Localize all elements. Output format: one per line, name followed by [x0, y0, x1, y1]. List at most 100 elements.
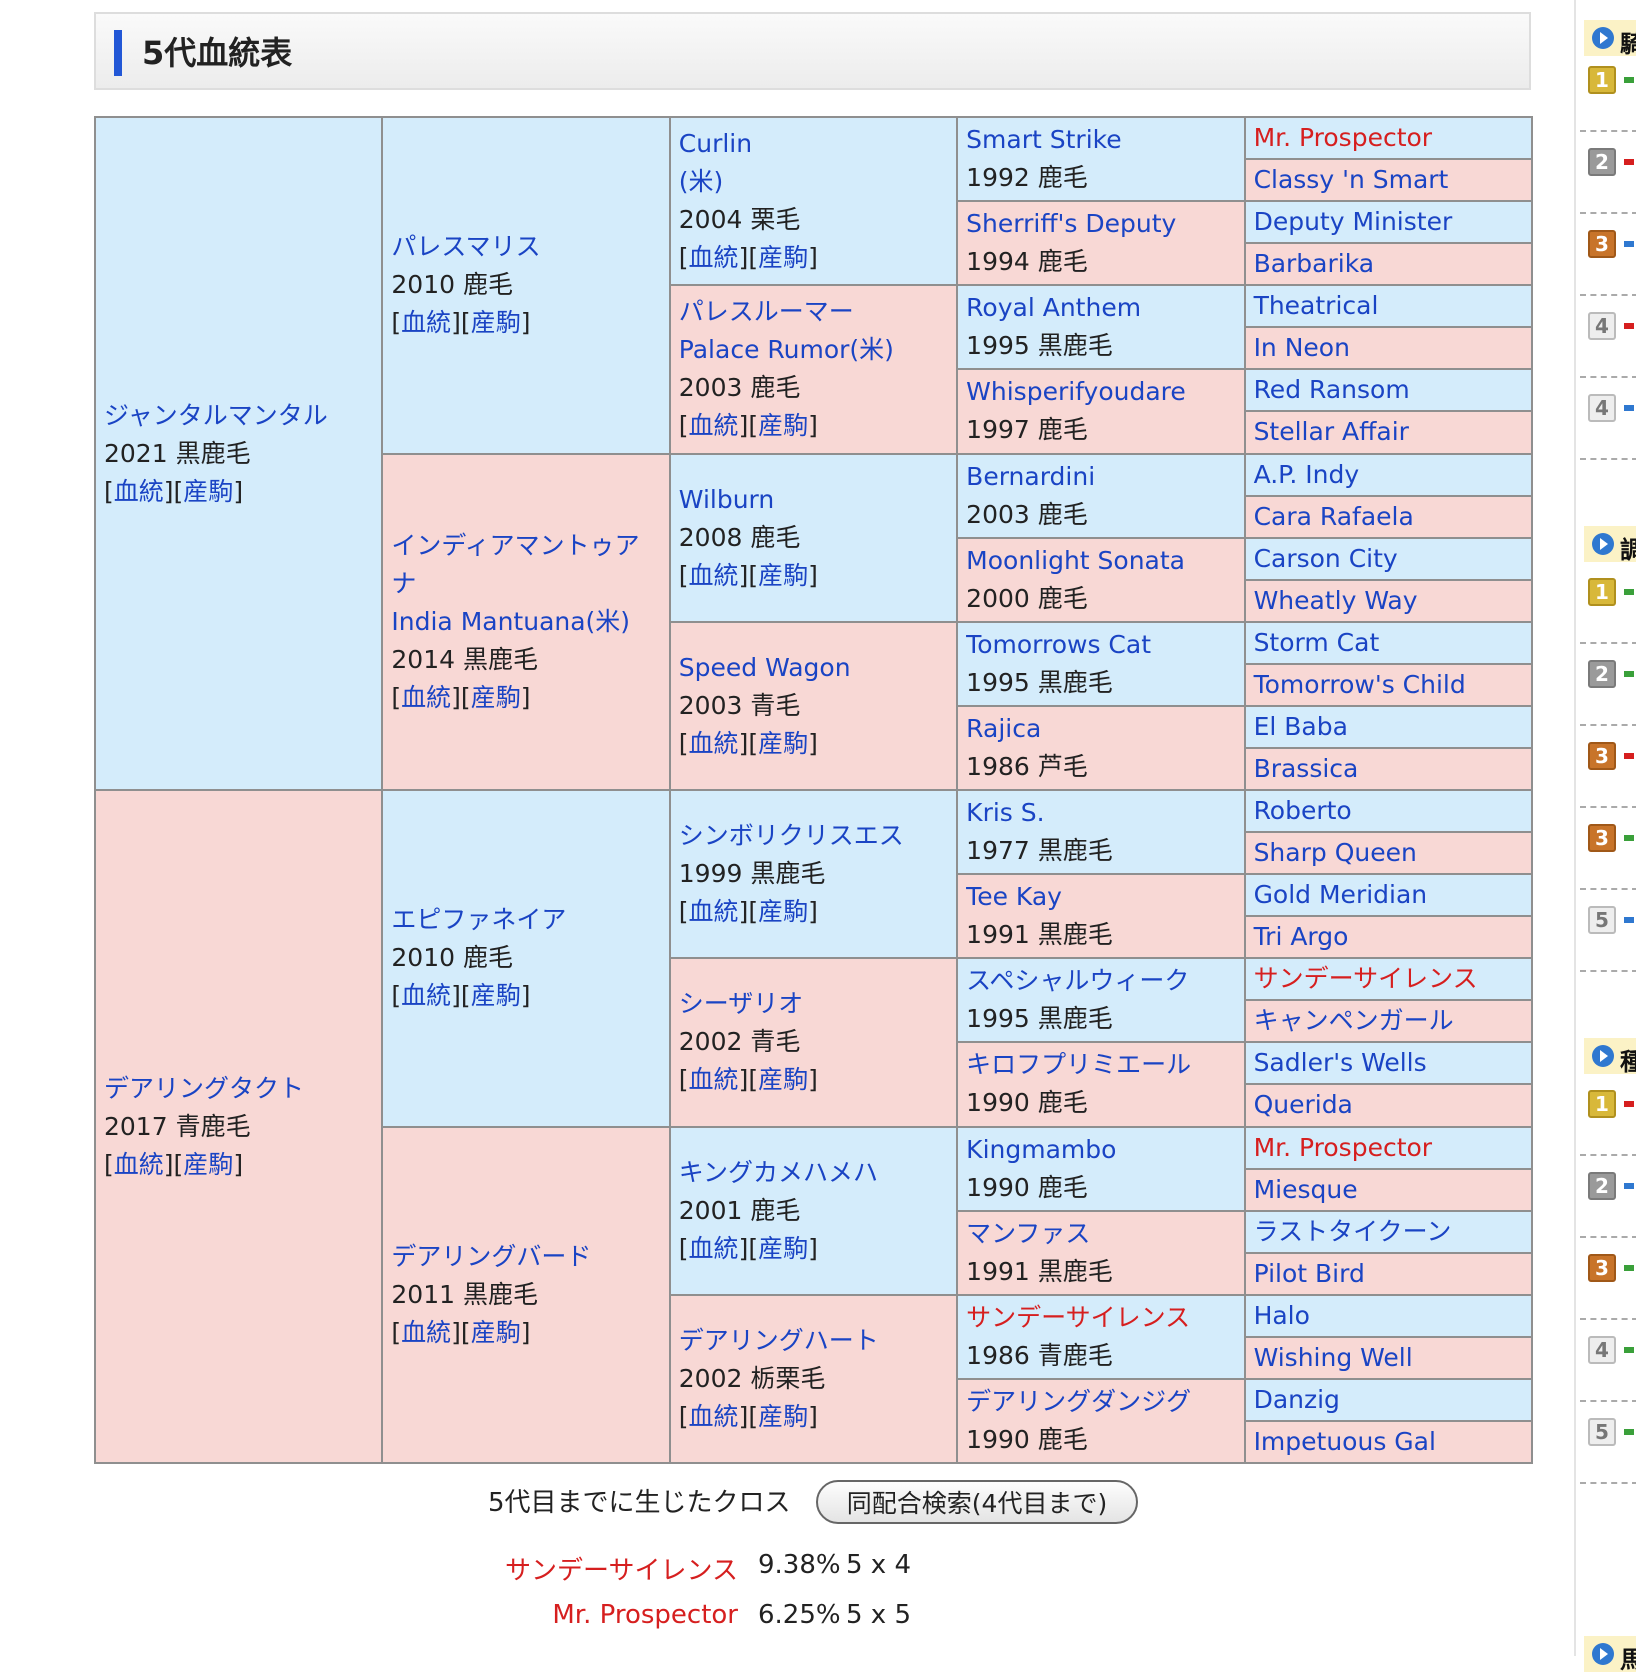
- horse-name-link[interactable]: Sherriff's Deputy: [966, 205, 1235, 243]
- horse-name-link[interactable]: Mr. Prospector: [1254, 1129, 1523, 1167]
- progeny-link[interactable]: 産駒: [758, 561, 808, 590]
- horse-name-link[interactable]: ラストタイクーン: [1254, 1213, 1523, 1251]
- horse-name-link[interactable]: Miesque: [1254, 1171, 1523, 1209]
- horse-name-link[interactable]: Storm Cat: [1254, 624, 1523, 662]
- horse-name-link[interactable]: Carson City: [1254, 540, 1523, 578]
- horse-name-link[interactable]: Speed Wagon: [679, 649, 948, 687]
- pedigree-link[interactable]: 血統: [689, 411, 739, 440]
- horse-name-link[interactable]: デアリングダンジグ: [966, 1383, 1235, 1421]
- horse-name-link[interactable]: キングカメハメハ: [679, 1154, 948, 1192]
- horse-name-link[interactable]: デアリングバード: [391, 1238, 660, 1276]
- horse-name-link[interactable]: サンデーサイレンス: [1254, 960, 1523, 998]
- horse-name-link[interactable]: El Baba: [1254, 708, 1523, 746]
- horse-name-link[interactable]: Tomorrow's Child: [1254, 666, 1523, 704]
- horse-name-link[interactable]: Wilburn: [679, 481, 948, 519]
- horse-name-link[interactable]: Sharp Queen: [1254, 834, 1523, 872]
- pedigree-link[interactable]: 血統: [689, 243, 739, 272]
- progeny-link[interactable]: 産駒: [471, 683, 521, 712]
- horse-name-link[interactable]: パレスルーマー: [679, 293, 948, 331]
- horse-name-link[interactable]: デアリングハート: [679, 1322, 948, 1360]
- pedigree-link[interactable]: 血統: [689, 729, 739, 758]
- horse-name-link[interactable]: Smart Strike: [966, 121, 1235, 159]
- horse-name-link[interactable]: Sadler's Wells: [1254, 1044, 1523, 1082]
- horse-name-link[interactable]: Barbarika: [1254, 245, 1523, 283]
- progeny-link[interactable]: 産駒: [758, 1234, 808, 1263]
- progeny-link[interactable]: 産駒: [471, 308, 521, 337]
- horse-name-link[interactable]: Mr. Prospector: [1254, 119, 1523, 157]
- progeny-link[interactable]: 産駒: [758, 1065, 808, 1094]
- horse-name-link[interactable]: Halo: [1254, 1297, 1523, 1335]
- horse-name-link[interactable]: インディアマントゥアナ: [391, 527, 660, 603]
- horse-name-link[interactable]: パレスマリス: [391, 228, 660, 266]
- progeny-link[interactable]: 産駒: [758, 1402, 808, 1431]
- horse-name-link[interactable]: A.P. Indy: [1254, 456, 1523, 494]
- progeny-link[interactable]: 産駒: [758, 243, 808, 272]
- horse-name-link[interactable]: Gold Meridian: [1254, 876, 1523, 914]
- pedigree-link[interactable]: 血統: [401, 981, 451, 1010]
- horse-name-link[interactable]: Red Ransom: [1254, 371, 1523, 409]
- pedigree-link[interactable]: 血統: [114, 477, 164, 506]
- horse-name-link[interactable]: Tri Argo: [1254, 918, 1523, 956]
- pedigree-link[interactable]: 血統: [689, 1234, 739, 1263]
- pedigree-link[interactable]: 血統: [689, 561, 739, 590]
- pedigree-link[interactable]: 血統: [401, 683, 451, 712]
- horse-name-link[interactable]: Rajica: [966, 710, 1235, 748]
- horse-name-link[interactable]: Pilot Bird: [1254, 1255, 1523, 1293]
- cross-horse-link[interactable]: サンデーサイレンス: [488, 1550, 738, 1587]
- horse-name-link[interactable]: Querida: [1254, 1086, 1523, 1124]
- progeny-link[interactable]: 産駒: [471, 1318, 521, 1347]
- horse-name-link[interactable]: サンデーサイレンス: [966, 1299, 1235, 1337]
- progeny-link[interactable]: 産駒: [183, 477, 233, 506]
- horse-name-link[interactable]: Whisperifyoudare: [966, 373, 1235, 411]
- horse-name-link[interactable]: Kingmambo: [966, 1131, 1235, 1169]
- horse-name-link[interactable]: デアリングタクト: [104, 1070, 373, 1108]
- horse-name-link[interactable]: Theatrical: [1254, 287, 1523, 325]
- horse-name-link[interactable]: Bernardini: [966, 458, 1235, 496]
- horse-year-color: 2002 青毛: [678, 1027, 801, 1057]
- horse-name-link[interactable]: Tee Kay: [966, 878, 1235, 916]
- horse-name-link[interactable]: シーザリオ: [679, 985, 948, 1023]
- pedigree-link[interactable]: 血統: [689, 897, 739, 926]
- horse-name-link[interactable]: エピファネイア: [391, 901, 660, 939]
- horse-name-link[interactable]: Impetuous Gal: [1254, 1423, 1523, 1461]
- progeny-link[interactable]: 産駒: [183, 1150, 233, 1179]
- horse-name-link[interactable]: マンファス: [966, 1215, 1235, 1253]
- horse-name-link[interactable]: In Neon: [1254, 329, 1523, 367]
- horse-name-link[interactable]: スペシャルウィーク: [966, 962, 1235, 1000]
- horse-name-sub[interactable]: (米): [679, 163, 948, 201]
- horse-name-link[interactable]: Deputy Minister: [1254, 203, 1523, 241]
- horse-name-link[interactable]: Danzig: [1254, 1381, 1523, 1419]
- horse-name-link[interactable]: Kris S.: [966, 794, 1235, 832]
- pedigree-link[interactable]: 血統: [114, 1150, 164, 1179]
- progeny-link[interactable]: 産駒: [758, 897, 808, 926]
- horse-name-link[interactable]: Tomorrows Cat: [966, 626, 1235, 664]
- pedigree-cell-gen4: Sherriff's Deputy 1994 鹿毛: [956, 200, 1246, 287]
- progeny-link[interactable]: 産駒: [758, 411, 808, 440]
- horse-name-link[interactable]: Classy 'n Smart: [1254, 161, 1523, 199]
- same-breeding-search-button[interactable]: 同配合検索(4代目まで): [816, 1480, 1138, 1524]
- horse-name-link[interactable]: Wheatly Way: [1254, 582, 1523, 620]
- progeny-link[interactable]: 産駒: [471, 981, 521, 1010]
- horse-name-link[interactable]: Cara Rafaela: [1254, 498, 1523, 536]
- horse-name-link[interactable]: ジャンタルマンタル: [104, 397, 373, 435]
- horse-name-link[interactable]: Wishing Well: [1254, 1339, 1523, 1377]
- pedigree-cell-gen5: Miesque: [1243, 1167, 1534, 1212]
- horse-name-sub[interactable]: India Mantuana(米): [391, 603, 660, 641]
- cross-horse-link[interactable]: Mr. Prospector: [488, 1600, 738, 1630]
- horse-name-link[interactable]: Curlin: [679, 125, 948, 163]
- pedigree-link[interactable]: 血統: [401, 308, 451, 337]
- pedigree-link[interactable]: 血統: [401, 1318, 451, 1347]
- horse-name-link[interactable]: Roberto: [1254, 792, 1523, 830]
- horse-name-link[interactable]: シンボリクリスエス: [679, 817, 948, 855]
- horse-name-link[interactable]: Royal Anthem: [966, 289, 1235, 327]
- progeny-link[interactable]: 産駒: [758, 729, 808, 758]
- horse-name-link[interactable]: Stellar Affair: [1254, 413, 1523, 451]
- horse-name-link[interactable]: Brassica: [1254, 750, 1523, 788]
- horse-name-link[interactable]: Moonlight Sonata: [966, 542, 1235, 580]
- pedigree-cell-gen4: キロフプリミエール 1990 鹿毛: [956, 1041, 1246, 1128]
- horse-name-link[interactable]: キャンペンガール: [1254, 1002, 1523, 1040]
- pedigree-link[interactable]: 血統: [689, 1065, 739, 1094]
- horse-name-sub[interactable]: Palace Rumor(米): [679, 331, 948, 369]
- horse-name-link[interactable]: キロフプリミエール: [966, 1046, 1235, 1084]
- pedigree-link[interactable]: 血統: [689, 1402, 739, 1431]
